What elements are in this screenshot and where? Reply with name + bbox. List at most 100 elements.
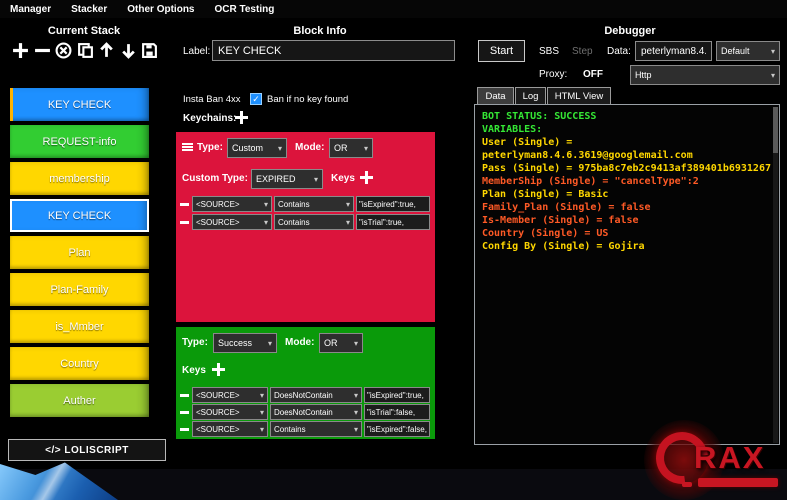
delete-block-icon[interactable] xyxy=(55,42,72,59)
remove-key-icon[interactable] xyxy=(180,203,189,206)
keys-caption: Keys xyxy=(182,365,206,376)
proxy-toggle[interactable]: OFF xyxy=(583,69,603,80)
add-keychain-icon[interactable] xyxy=(235,111,248,124)
proxy-type-select[interactable]: Http ▾ xyxy=(630,65,780,85)
chevron-down-icon: ▾ xyxy=(354,339,358,348)
stack-block-label: Country xyxy=(60,358,99,370)
remove-key-icon[interactable] xyxy=(180,394,189,397)
debugger-console[interactable]: BOT STATUS: SUCCESS VARIABLES: User (Sin… xyxy=(474,104,780,445)
tab-html-view[interactable]: HTML View xyxy=(547,87,611,104)
key-value-input[interactable] xyxy=(364,404,430,420)
key-condition-select[interactable]: Contains ▾ xyxy=(270,421,362,437)
move-up-icon[interactable] xyxy=(98,42,115,59)
key-condition-select[interactable]: Contains ▾ xyxy=(274,196,354,212)
key-condition-select[interactable]: DoesNotContain ▾ xyxy=(270,404,362,420)
keychain-mode-select[interactable]: OR ▾ xyxy=(329,138,373,158)
console-scrollbar[interactable] xyxy=(773,107,778,443)
stack-block-country[interactable]: Country xyxy=(10,347,149,380)
add-key-icon[interactable] xyxy=(212,363,225,376)
stack-block-auther[interactable]: Auther xyxy=(10,384,149,417)
save-stack-icon[interactable] xyxy=(141,42,158,59)
console-line: Plan (Single) = Basic xyxy=(482,188,772,201)
chevron-down-icon: ▾ xyxy=(771,47,775,56)
remove-key-icon[interactable] xyxy=(180,411,189,414)
add-key-icon[interactable] xyxy=(360,171,373,184)
key-condition-select[interactable]: Contains ▾ xyxy=(274,214,354,230)
chevron-down-icon: ▾ xyxy=(264,200,268,209)
logo-underline-bar xyxy=(698,478,778,487)
console-line: Pass (Single) = 975ba8c7eb2c9413af389401… xyxy=(482,162,772,175)
menu-ocr-testing[interactable]: OCR Testing xyxy=(215,4,275,15)
remove-key-icon[interactable] xyxy=(180,428,189,431)
key-source-select[interactable]: <SOURCE> ▾ xyxy=(192,214,272,230)
chevron-down-icon: ▾ xyxy=(771,71,775,80)
key-value-input[interactable] xyxy=(356,214,430,230)
tab-log[interactable]: Log xyxy=(515,87,546,104)
stack-block-key-check-1[interactable]: KEY CHECK xyxy=(10,88,149,121)
data-caption: Data: xyxy=(607,46,631,57)
type-caption: Type: xyxy=(182,337,208,348)
mode-caption: Mode: xyxy=(285,337,314,348)
start-button[interactable]: Start xyxy=(478,40,525,62)
tab-data[interactable]: Data xyxy=(477,87,514,104)
keychain-custom: Type: Custom ▾ Mode: OR ▾ Custom Type: E… xyxy=(176,132,435,322)
sbs-toggle[interactable]: SBS xyxy=(539,46,559,57)
stack-block-is-member[interactable]: is_Mmber xyxy=(10,310,149,343)
insta-ban-label: Insta Ban 4xx xyxy=(183,94,241,105)
stack-block-label: KEY CHECK xyxy=(48,210,111,222)
stack-block-membership[interactable]: membership xyxy=(10,162,149,195)
console-line: Country (Single) = US xyxy=(482,227,772,240)
chevron-down-icon: ▾ xyxy=(346,200,350,209)
remove-block-icon[interactable] xyxy=(34,42,51,59)
step-button[interactable]: Step xyxy=(572,46,593,57)
key-source-select[interactable]: <SOURCE> ▾ xyxy=(192,404,268,420)
stack-block-label: Auther xyxy=(63,395,95,407)
ban-no-key-checkbox[interactable]: ✓ xyxy=(250,93,262,105)
key-value-input[interactable] xyxy=(364,421,430,437)
block-label-input[interactable] xyxy=(212,40,455,61)
menu-other-options[interactable]: Other Options xyxy=(127,4,194,15)
custom-type-select[interactable]: EXPIRED ▾ xyxy=(251,169,323,189)
key-condition-select[interactable]: DoesNotContain ▾ xyxy=(270,387,362,403)
stack-block-key-check-2-selected[interactable]: KEY CHECK xyxy=(10,199,149,232)
key-value-input[interactable] xyxy=(356,196,430,212)
chevron-down-icon: ▾ xyxy=(268,339,272,348)
keys-caption: Keys xyxy=(331,173,355,184)
clone-block-icon[interactable] xyxy=(77,42,94,59)
key-value-input[interactable] xyxy=(364,387,430,403)
label-caption: Label: xyxy=(183,46,210,57)
key-source-select[interactable]: <SOURCE> ▾ xyxy=(192,196,272,212)
menubar: Manager Stacker Other Options OCR Testin… xyxy=(0,0,787,18)
move-down-icon[interactable] xyxy=(120,42,137,59)
type-caption: Type: xyxy=(197,142,223,153)
chevron-down-icon: ▾ xyxy=(354,408,358,417)
menu-stacker[interactable]: Stacker xyxy=(71,4,107,15)
chevron-down-icon: ▾ xyxy=(260,408,264,417)
proxy-caption: Proxy: xyxy=(539,69,567,80)
stack-block-label: KEY CHECK xyxy=(48,99,111,111)
console-line: VARIABLES: xyxy=(482,123,772,136)
crax-logo: RAX xyxy=(652,420,787,500)
custom-type-caption: Custom Type: xyxy=(182,173,248,184)
stack-block-label: REQUEST-info xyxy=(43,136,117,148)
menu-manager[interactable]: Manager xyxy=(10,4,51,15)
keychain-type-select[interactable]: Success ▾ xyxy=(213,333,277,353)
stack-block-request-info[interactable]: REQUEST-info xyxy=(10,125,149,158)
stack-block-plan[interactable]: Plan xyxy=(10,236,149,269)
console-line: Family_Plan (Single) = false xyxy=(482,201,772,214)
keychain-success: Type: Success ▾ Mode: OR ▾ Keys <SOURCE>… xyxy=(176,327,435,439)
chevron-down-icon: ▾ xyxy=(314,175,318,184)
debug-data-input[interactable] xyxy=(635,41,712,61)
keychain-mode-select[interactable]: OR ▾ xyxy=(319,333,363,353)
keychain-type-select[interactable]: Custom ▾ xyxy=(227,138,287,158)
stack-block-plan-family[interactable]: Plan-Family xyxy=(10,273,149,306)
keychains-caption: Keychains: xyxy=(183,113,236,124)
remove-key-icon[interactable] xyxy=(180,221,189,224)
key-source-select[interactable]: <SOURCE> ▾ xyxy=(192,387,268,403)
chevron-down-icon: ▾ xyxy=(364,144,368,153)
wordlist-type-select[interactable]: Default ▾ xyxy=(716,41,780,61)
loliscript-button[interactable]: </> LOLISCRIPT xyxy=(8,439,166,461)
key-source-select[interactable]: <SOURCE> ▾ xyxy=(192,421,268,437)
drag-handle-icon[interactable] xyxy=(182,143,193,152)
add-block-icon[interactable] xyxy=(12,42,29,59)
